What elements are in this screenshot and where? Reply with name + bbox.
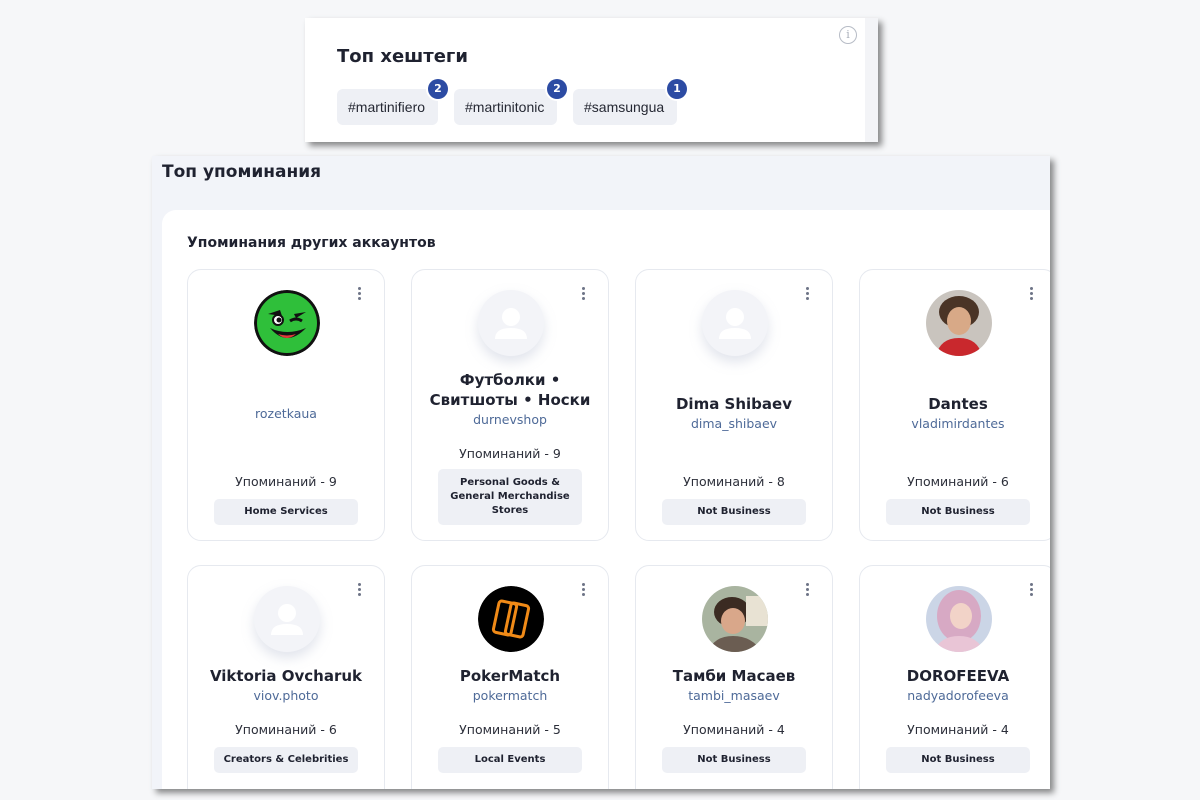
mention-count: Упоминаний - 9 (235, 474, 337, 489)
info-icon[interactable]: i (839, 26, 857, 44)
category-badge: Local Events (438, 747, 582, 773)
category-badge: Personal Goods & General Merchandise Sto… (438, 469, 582, 525)
more-vertical-icon[interactable] (1027, 583, 1035, 599)
category-badge: Not Business (662, 747, 806, 773)
account-handle[interactable]: rozetkaua (188, 406, 384, 421)
user-placeholder-icon (702, 290, 768, 356)
profile-photo (926, 290, 992, 356)
category-badge: Not Business (662, 499, 806, 525)
top-hashtags-title: Топ хештеги (337, 46, 468, 67)
more-vertical-icon[interactable] (803, 287, 811, 303)
account-card[interactable]: Dantes vladimirdantes Упоминаний - 6 Not… (859, 269, 1050, 541)
account-card[interactable]: rozetkaua Упоминаний - 9 Home Services (187, 269, 385, 541)
account-card[interactable]: Тамби Масаев tambi_masaev Упоминаний - 4… (635, 565, 833, 789)
account-card[interactable]: DOROFEEVA nadyadorofeeva Упоминаний - 4 … (859, 565, 1050, 789)
more-vertical-icon[interactable] (579, 583, 587, 599)
mention-count: Упоминаний - 4 (907, 722, 1009, 737)
account-handle[interactable]: viov.photo (188, 688, 384, 703)
account-card[interactable]: Футболки • Свитшоты • Носки durnevshop У… (411, 269, 609, 541)
hashtag-label: #martinitonic (465, 99, 545, 115)
account-card[interactable]: PokerMatch pokermatch Упоминаний - 5 Loc… (411, 565, 609, 789)
account-handle[interactable]: tambi_masaev (636, 688, 832, 703)
account-handle[interactable]: durnevshop (412, 412, 608, 427)
account-card[interactable]: Viktoria Ovcharuk viov.photo Упоминаний … (187, 565, 385, 789)
mention-count: Упоминаний - 6 (907, 474, 1009, 489)
account-name: Футболки • Свитшоты • Носки (429, 371, 591, 409)
account-name: DOROFEEVA (906, 667, 1010, 685)
hashtag-count-badge: 2 (428, 79, 448, 99)
top-mentions-title: Топ упоминания (162, 162, 322, 182)
more-vertical-icon[interactable] (1027, 287, 1035, 303)
category-badge: Creators & Celebrities (214, 747, 358, 773)
account-name: Dima Shibaev (675, 395, 792, 413)
hashtag-chip[interactable]: #samsungua 1 (573, 79, 687, 125)
mentions-subtitle: Упоминания других аккаунтов (187, 235, 436, 251)
category-badge: Not Business (886, 747, 1030, 773)
more-vertical-icon[interactable] (803, 583, 811, 599)
category-badge: Home Services (214, 499, 358, 525)
mention-count: Упоминаний - 5 (459, 722, 561, 737)
mention-count: Упоминаний - 8 (683, 474, 785, 489)
hashtag-count-badge: 2 (547, 79, 567, 99)
hashtag-chip[interactable]: #martinitonic 2 (454, 79, 567, 125)
top-mentions-panel: Топ упоминания Упоминания других аккаунт… (152, 156, 1050, 789)
user-placeholder-icon (478, 290, 544, 356)
account-handle[interactable]: nadyadorofeeva (860, 688, 1050, 703)
mentions-card: Упоминания других аккаунтов rozetkaua Уп… (162, 210, 1050, 789)
user-placeholder-icon (254, 586, 320, 652)
hashtag-label: #martinifiero (348, 99, 426, 115)
more-vertical-icon[interactable] (355, 287, 363, 303)
mention-count: Упоминаний - 4 (683, 722, 785, 737)
account-name: Viktoria Ovcharuk (209, 667, 363, 685)
mention-count: Упоминаний - 6 (235, 722, 337, 737)
category-badge: Not Business (886, 499, 1030, 525)
hashtag-chip[interactable]: #martinifiero 2 (337, 79, 448, 125)
more-vertical-icon[interactable] (579, 287, 587, 303)
top-hashtags-panel: Топ хештеги i #martinifiero 2 #martinito… (305, 18, 878, 142)
more-vertical-icon[interactable] (355, 583, 363, 599)
mention-count: Упоминаний - 9 (459, 446, 561, 461)
account-handle[interactable]: vladimirdantes (860, 416, 1050, 431)
pokermatch-logo-icon (478, 586, 544, 652)
rozetka-logo-icon (254, 290, 320, 356)
profile-photo (702, 586, 768, 652)
account-handle[interactable]: pokermatch (412, 688, 608, 703)
panel-scrollbar[interactable] (865, 18, 878, 142)
account-handle[interactable]: dima_shibaev (636, 416, 832, 431)
account-card[interactable]: Dima Shibaev dima_shibaev Упоминаний - 8… (635, 269, 833, 541)
hashtag-label: #samsungua (584, 99, 665, 115)
account-name: Dantes (928, 395, 988, 413)
account-name: PokerMatch (459, 667, 561, 685)
profile-photo (926, 586, 992, 652)
account-name: Тамби Масаев (672, 667, 796, 685)
hashtag-count-badge: 1 (667, 79, 687, 99)
